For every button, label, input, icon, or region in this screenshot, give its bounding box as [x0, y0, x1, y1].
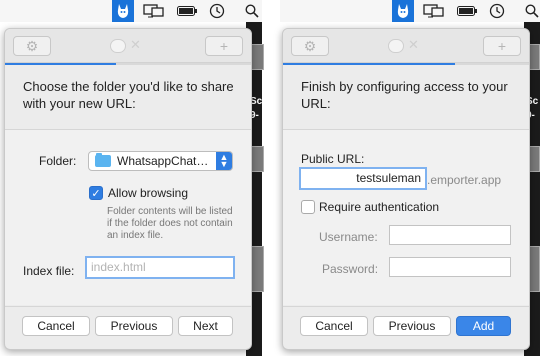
battery-icon[interactable]	[176, 2, 198, 20]
index-file-input[interactable]: index.html	[85, 256, 235, 279]
allow-browsing-help: Folder contents will be listed if the fo…	[107, 206, 233, 241]
index-file-placeholder: index.html	[91, 260, 146, 274]
desktop-thumbnail	[250, 44, 264, 70]
username-label: Username:	[319, 230, 378, 244]
configure-access-panel: ⚙ ✕ + Finish by configuring access to yo…	[282, 28, 530, 350]
search-icon[interactable]	[244, 2, 260, 20]
add-button[interactable]: Add	[456, 316, 511, 336]
toggle-knob	[388, 39, 404, 53]
folder-icon	[95, 153, 111, 167]
add-url-button[interactable]: +	[483, 36, 521, 56]
cancel-button[interactable]: Cancel	[22, 316, 90, 336]
emporter-app-icon[interactable]	[392, 0, 414, 22]
panel-toolbar: ⚙ ✕ +	[5, 29, 251, 63]
chevron-updown-icon: ▲ ▼	[216, 152, 232, 170]
toggle-knob	[110, 39, 126, 53]
next-button[interactable]: Next	[178, 316, 233, 336]
desktop-thumbnail	[250, 246, 264, 292]
menu-bar-right	[280, 0, 540, 22]
progress-fill	[5, 63, 116, 65]
divider	[283, 306, 529, 307]
gear-icon: ⚙	[25, 37, 39, 54]
enable-toggle[interactable]: ✕	[106, 37, 150, 53]
progress-fill	[283, 63, 456, 65]
panel-headline: Choose the folder you'd like to share wi…	[23, 79, 234, 111]
cancel-button[interactable]: Cancel	[300, 316, 368, 336]
plus-icon: +	[497, 38, 507, 54]
desktop-thumbnail	[250, 146, 264, 172]
form-section: Public URL: testsuleman .emporter.app Re…	[283, 130, 529, 305]
battery-icon[interactable]	[456, 2, 478, 20]
form-section: Folder: WhatsappChat… ▲ ▼ ✓ Allow browsin…	[5, 130, 251, 305]
public-url-suffix: .emporter.app	[427, 173, 502, 187]
display-icon[interactable]	[142, 2, 166, 20]
username-input[interactable]	[389, 225, 511, 245]
divider	[5, 306, 251, 307]
enable-toggle[interactable]: ✕	[384, 37, 428, 53]
panel-headline: Finish by configuring access to your URL…	[301, 79, 508, 111]
folder-value: WhatsappChat…	[117, 154, 209, 168]
clock-icon[interactable]	[208, 2, 226, 20]
close-icon: ✕	[130, 37, 141, 52]
require-auth-label[interactable]: Require authentication	[319, 200, 439, 214]
share-folder-panel: ⚙ ✕ + Choose the folder you'd like to sh…	[4, 28, 252, 350]
plus-icon: +	[219, 38, 229, 54]
panel-toolbar: ⚙ ✕ +	[283, 29, 529, 63]
folder-label: Folder:	[39, 154, 77, 168]
allow-browsing-label[interactable]: Allow browsing	[108, 186, 188, 200]
previous-button[interactable]: Previous	[95, 316, 173, 336]
wizard-progress-bar	[5, 63, 251, 65]
close-icon: ✕	[408, 37, 419, 52]
clock-icon[interactable]	[488, 2, 506, 20]
settings-button[interactable]: ⚙	[13, 36, 51, 56]
public-url-value: testsuleman	[356, 171, 421, 185]
menu-bar-left	[0, 0, 262, 22]
require-auth-checkbox[interactable]	[301, 200, 315, 214]
display-icon[interactable]	[422, 2, 446, 20]
password-input[interactable]	[389, 257, 511, 277]
index-file-label: Index file:	[23, 264, 75, 278]
checkmark-icon: ✓	[91, 187, 101, 200]
search-icon[interactable]	[524, 2, 540, 20]
public-url-input[interactable]: testsuleman	[299, 167, 427, 190]
folder-popup[interactable]: WhatsappChat… ▲ ▼	[88, 151, 233, 171]
password-label: Password:	[322, 262, 379, 276]
emporter-app-icon[interactable]	[112, 0, 134, 22]
wizard-progress-bar	[283, 63, 529, 65]
previous-button[interactable]: Previous	[373, 316, 451, 336]
public-url-label: Public URL:	[301, 152, 365, 166]
gear-icon: ⚙	[303, 37, 317, 54]
settings-button[interactable]: ⚙	[291, 36, 329, 56]
allow-browsing-checkbox[interactable]: ✓	[89, 186, 103, 200]
add-url-button[interactable]: +	[205, 36, 243, 56]
